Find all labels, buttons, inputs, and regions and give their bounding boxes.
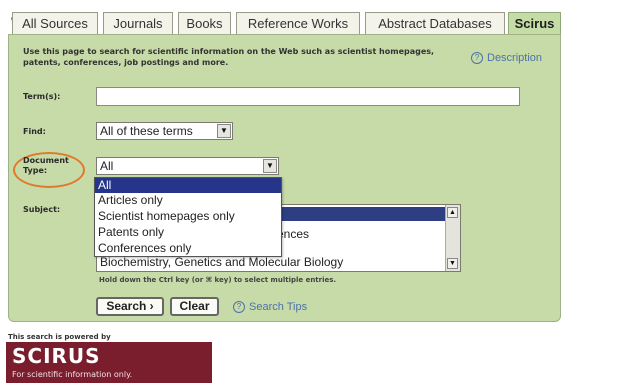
doctype-option-articles[interactable]: Articles only xyxy=(95,193,281,208)
scroll-down-icon[interactable]: ▼ xyxy=(447,258,458,269)
document-type-dropdown: All Articles only Scientist homepages on… xyxy=(94,177,282,257)
clear-button[interactable]: Clear xyxy=(170,297,219,316)
help-circle-icon: ? xyxy=(471,52,483,65)
doctype-option-all[interactable]: All xyxy=(95,178,281,193)
powered-by-text: This search is powered by xyxy=(8,333,111,341)
chevron-down-icon: ▼ xyxy=(263,159,277,173)
document-type-select[interactable]: All ▼ xyxy=(96,157,279,175)
scirus-search-page: ↖ All Sources Journals Books Reference W… xyxy=(0,0,625,383)
intro-text: Use this page to search for scientific i… xyxy=(23,47,435,67)
find-select[interactable]: All of these terms ▼ xyxy=(96,122,233,140)
subject-label: Subject: xyxy=(23,205,61,214)
multi-select-hint: Hold down the Ctrl key (or ⌘ key) to sel… xyxy=(99,276,337,284)
document-type-label: Document Type: xyxy=(23,156,69,175)
scirus-tagline: For scientific information only. xyxy=(12,370,133,379)
doctype-option-homepages[interactable]: Scientist homepages only xyxy=(95,209,281,224)
tab-reference-works[interactable]: Reference Works xyxy=(236,12,360,34)
description-link-label: Description xyxy=(487,52,543,64)
search-tips-label: Search Tips xyxy=(249,301,308,313)
tab-books[interactable]: Books xyxy=(178,12,231,34)
description-link[interactable]: ? Description xyxy=(471,52,543,65)
subject-scrollbar[interactable]: ▲ ▼ xyxy=(445,205,460,271)
tab-abstract-databases[interactable]: Abstract Databases xyxy=(365,12,505,34)
search-tips-link[interactable]: ? Search Tips xyxy=(233,301,308,314)
subject-item[interactable]: Biochemistry, Genetics and Molecular Bio… xyxy=(100,255,343,269)
tab-all-sources[interactable]: All Sources xyxy=(12,12,98,34)
scirus-logo[interactable]: SCIRUS For scientific information only. xyxy=(6,342,212,383)
terms-label: Term(s): xyxy=(23,92,61,101)
scirus-logo-word: SCIRUS xyxy=(12,344,101,368)
scroll-up-icon[interactable]: ▲ xyxy=(447,207,458,218)
help-circle-icon: ? xyxy=(233,301,245,314)
find-label: Find: xyxy=(23,127,46,136)
terms-input[interactable] xyxy=(96,87,520,106)
document-type-value: All xyxy=(100,159,114,173)
tab-journals[interactable]: Journals xyxy=(103,12,173,34)
doctype-option-patents[interactable]: Patents only xyxy=(95,225,281,240)
search-button[interactable]: Search › xyxy=(96,297,164,316)
tab-scirus[interactable]: Scirus xyxy=(508,12,561,35)
doctype-option-conferences[interactable]: Conferences only xyxy=(95,241,281,256)
find-select-value: All of these terms xyxy=(100,124,193,138)
chevron-down-icon: ▼ xyxy=(217,124,231,138)
search-panel: Use this page to search for scientific i… xyxy=(8,34,561,322)
